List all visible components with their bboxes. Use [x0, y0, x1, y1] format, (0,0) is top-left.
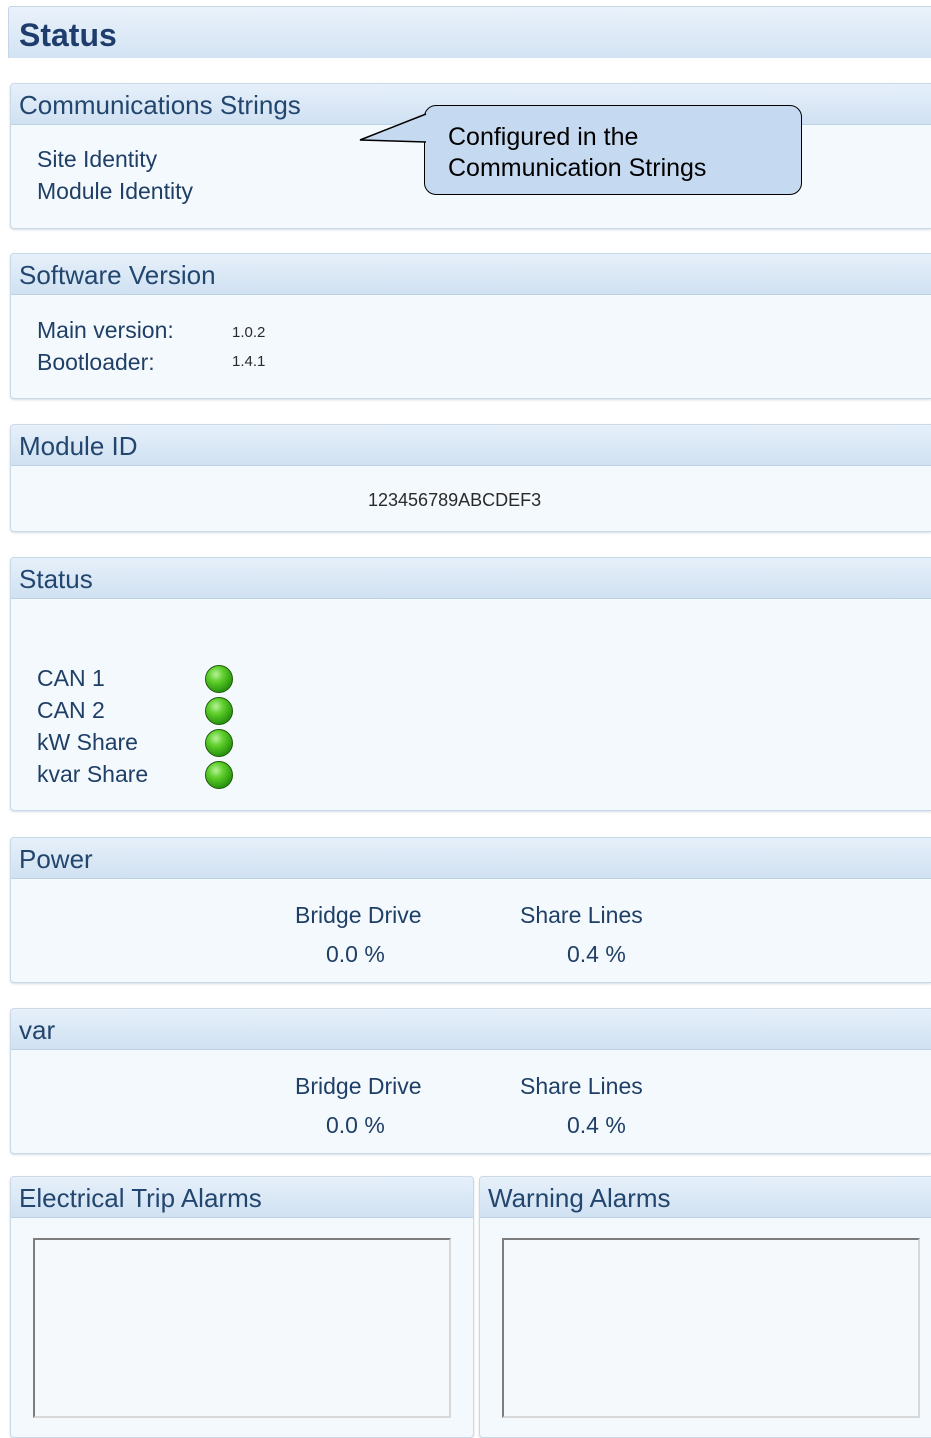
electrical-trip-alarms-title: Electrical Trip Alarms — [19, 1183, 262, 1213]
power-bridge-drive-label: Bridge Drive — [295, 902, 422, 928]
callout-pointer — [359, 113, 427, 143]
kvar-share-status-led — [205, 761, 233, 789]
status-title: Status — [19, 564, 93, 594]
warning-alarms-panel: Warning Alarms — [479, 1176, 931, 1438]
can2-status-led — [205, 697, 233, 725]
power-share-lines-label: Share Lines — [520, 902, 643, 928]
power-bridge-drive-value: 0.0 % — [326, 941, 385, 967]
warning-alarms-list[interactable] — [502, 1238, 920, 1418]
callout-line-2: Communication Strings — [448, 154, 707, 182]
electrical-trip-alarms-list[interactable] — [33, 1238, 451, 1418]
software-version-panel: Software Version Main version: 1.0.2 Boo… — [10, 253, 931, 399]
main-version-label: Main version: — [37, 317, 174, 343]
kw-share-status-led — [205, 729, 233, 757]
power-share-lines-value: 0.4 % — [567, 941, 626, 967]
page-title-bar: Status — [8, 6, 931, 58]
warning-alarms-title: Warning Alarms — [488, 1183, 671, 1213]
module-identity-label: Module Identity — [37, 178, 193, 204]
main-version-value: 1.0.2 — [232, 324, 266, 341]
status-panel: Status CAN 1 CAN 2 kW Share kvar Share — [10, 557, 931, 811]
var-share-lines-label: Share Lines — [520, 1073, 643, 1099]
electrical-trip-alarms-panel: Electrical Trip Alarms — [10, 1176, 474, 1438]
module-id-panel: Module ID 123456789ABCDEF3 — [10, 424, 931, 532]
comm-strings-title: Communications Strings — [19, 90, 301, 120]
callout-line-1: Configured in the — [448, 123, 639, 151]
software-version-header: Software Version — [11, 254, 931, 295]
annotation-callout-text: Configured in the Communication Strings — [448, 122, 706, 184]
module-id-header: Module ID — [11, 425, 931, 466]
software-version-title: Software Version — [19, 260, 216, 290]
power-header: Power — [11, 838, 931, 879]
var-share-lines-value: 0.4 % — [567, 1112, 626, 1138]
bootloader-value: 1.4.1 — [232, 353, 266, 370]
site-identity-label: Site Identity — [37, 146, 158, 172]
module-id-title: Module ID — [19, 431, 138, 461]
can1-status-led — [205, 665, 233, 693]
var-header: var — [11, 1009, 931, 1050]
var-bridge-drive-label: Bridge Drive — [295, 1073, 422, 1099]
kw-share-label: kW Share — [37, 729, 138, 755]
var-panel: var Bridge Drive 0.0 % Share Lines 0.4 % — [10, 1008, 931, 1154]
electrical-trip-alarms-header: Electrical Trip Alarms — [11, 1177, 473, 1218]
page-title: Status — [19, 17, 117, 53]
module-id-value: 123456789ABCDEF3 — [368, 490, 542, 510]
var-bridge-drive-value: 0.0 % — [326, 1112, 385, 1138]
bootloader-label: Bootloader: — [37, 349, 155, 375]
power-panel: Power Bridge Drive 0.0 % Share Lines 0.4… — [10, 837, 931, 983]
can1-label: CAN 1 — [37, 665, 105, 691]
power-title: Power — [19, 844, 93, 874]
status-header: Status — [11, 558, 931, 599]
var-title: var — [19, 1015, 56, 1045]
warning-alarms-header: Warning Alarms — [480, 1177, 931, 1218]
can2-label: CAN 2 — [37, 697, 105, 723]
kvar-share-label: kvar Share — [37, 761, 149, 787]
